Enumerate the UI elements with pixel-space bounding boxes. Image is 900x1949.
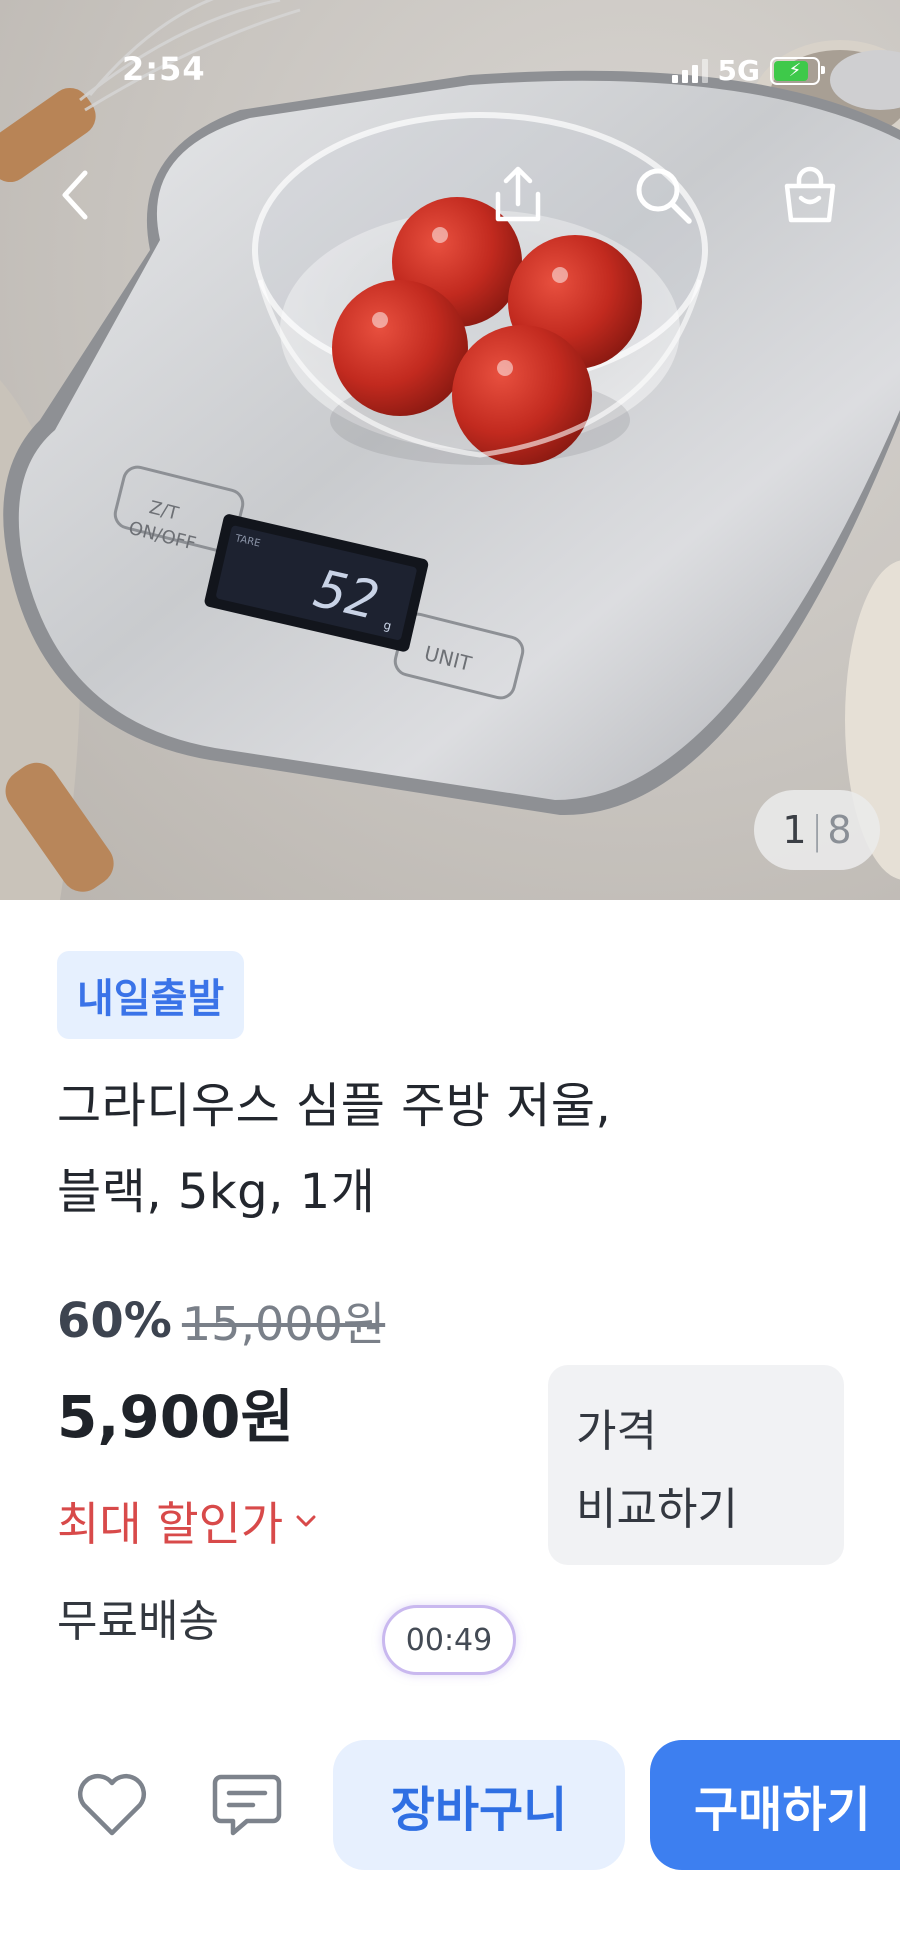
chat-bubble-icon (212, 1774, 282, 1836)
product-title-line2: 블랙, 5kg, 1개 (57, 1164, 376, 1220)
max-discount-label: 최대 할인가 (57, 1497, 284, 1551)
share-icon (495, 166, 541, 222)
image-counter-total: 8 (827, 808, 852, 852)
discount-rate: 60% (57, 1293, 172, 1349)
shipping-info: 무료배송 (57, 1596, 219, 1647)
share-button[interactable] (483, 160, 553, 230)
back-button[interactable] (40, 160, 110, 230)
product-image-gallery[interactable]: Z/T ON/OFF UNIT 52 TARE g 2:54 5G ⚡ 1 | … (0, 0, 900, 900)
product-photo: Z/T ON/OFF UNIT 52 TARE g (0, 0, 900, 900)
discount-row: 60% 15,000원 (57, 1288, 385, 1354)
price-compare-line1: 가격 (576, 1406, 657, 1457)
delivery-badge: 내일출발 (57, 951, 245, 1039)
shopping-bag-icon (784, 166, 836, 223)
signal-icon (671, 58, 708, 83)
status-time: 2:54 (122, 50, 206, 88)
cart-icon-button[interactable] (775, 160, 845, 230)
add-to-cart-button[interactable]: 장바구니 (333, 1740, 625, 1870)
status-icons: 5G ⚡ (671, 54, 825, 87)
wishlist-button[interactable] (72, 1765, 152, 1845)
battery-charging-icon: ⚡ (770, 56, 825, 85)
max-discount-toggle[interactable]: 최대 할인가 (57, 1488, 317, 1554)
heart-icon (77, 1773, 147, 1836)
product-title: 그라디우스 심플 주방 저울, 블랙, 5kg, 1개 (57, 1063, 757, 1235)
price-compare-line2: 비교하기 (576, 1484, 738, 1535)
review-button[interactable] (207, 1765, 287, 1845)
original-price: 15,000원 (181, 1297, 386, 1351)
chevron-left-icon (62, 170, 88, 220)
search-button[interactable] (628, 160, 698, 230)
price-compare-button[interactable]: 가격 비교하기 (548, 1365, 844, 1565)
image-counter: 1 | 8 (754, 790, 880, 870)
chevron-down-icon (296, 1515, 316, 1527)
search-icon (636, 168, 692, 224)
timer-badge: 00:49 (382, 1605, 516, 1675)
product-title-line1: 그라디우스 심플 주방 저울, (57, 1078, 612, 1134)
buy-now-button[interactable]: 구매하기 (650, 1740, 900, 1870)
sale-price: 5,900원 (57, 1383, 294, 1451)
image-counter-current: 1 (782, 808, 807, 852)
network-type: 5G (717, 54, 760, 87)
